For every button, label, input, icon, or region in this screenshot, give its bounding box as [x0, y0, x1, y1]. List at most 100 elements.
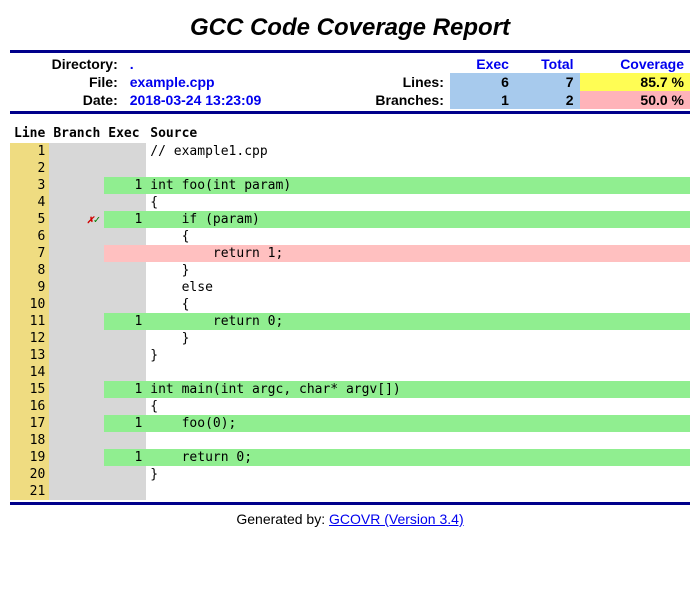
label-lines: Lines:: [333, 73, 450, 91]
exec-cell: [104, 483, 146, 500]
source-cell: if (param): [146, 211, 690, 228]
divider-mid: [10, 111, 690, 114]
label-branches: Branches:: [333, 91, 450, 109]
exec-cell: [104, 296, 146, 313]
exec-cell: 1: [104, 415, 146, 432]
line-number: 10: [10, 296, 49, 313]
exec-cell: [104, 432, 146, 449]
code-row: 14: [10, 364, 690, 381]
line-number: 2: [10, 160, 49, 177]
branch-cell: [49, 296, 104, 313]
exec-cell: 1: [104, 177, 146, 194]
code-row: 18: [10, 432, 690, 449]
source-cell: return 0;: [146, 449, 690, 466]
line-number: 4: [10, 194, 49, 211]
branch-cell: [49, 228, 104, 245]
line-number: 9: [10, 279, 49, 296]
footer-link[interactable]: GCOVR (Version 3.4): [329, 511, 464, 527]
exec-cell: [104, 347, 146, 364]
source-cell: return 1;: [146, 245, 690, 262]
code-row: 3 1int foo(int param): [10, 177, 690, 194]
branch-cell: [49, 177, 104, 194]
line-number: 1: [10, 143, 49, 160]
label-date: Date:: [10, 91, 124, 109]
line-number: 15: [10, 381, 49, 398]
source-cell: int main(int argc, char* argv[]): [146, 381, 690, 398]
header-total: Total: [515, 55, 580, 73]
source-cell: foo(0);: [146, 415, 690, 432]
source-cell: {: [146, 228, 690, 245]
exec-cell: [104, 466, 146, 483]
code-row: 13}: [10, 347, 690, 364]
branch-cell: [49, 262, 104, 279]
source-cell: }: [146, 262, 690, 279]
source-cell: {: [146, 398, 690, 415]
exec-cell: [104, 194, 146, 211]
value-directory[interactable]: .: [124, 55, 333, 73]
value-file[interactable]: example.cpp: [124, 73, 333, 91]
code-row: 151int main(int argc, char* argv[]): [10, 381, 690, 398]
line-number: 7: [10, 245, 49, 262]
source-cell: {: [146, 296, 690, 313]
code-row: 8 }: [10, 262, 690, 279]
source-cell: [146, 483, 690, 500]
code-row: 191 return 0;: [10, 449, 690, 466]
line-number: 18: [10, 432, 49, 449]
source-cell: [146, 432, 690, 449]
source-cell: int foo(int param): [146, 177, 690, 194]
col-branch: Branch: [49, 124, 104, 143]
code-row: 111 return 0;: [10, 313, 690, 330]
exec-cell: [104, 330, 146, 347]
branch-cell: [49, 483, 104, 500]
exec-cell: [104, 245, 146, 262]
branch-cell: [49, 347, 104, 364]
branches-cov: 50.0 %: [580, 91, 690, 109]
branch-cell: [49, 449, 104, 466]
lines-total: 7: [515, 73, 580, 91]
line-number: 8: [10, 262, 49, 279]
code-row: 20}: [10, 466, 690, 483]
code-row: 5✗✓1 if (param): [10, 211, 690, 228]
header-coverage: Coverage: [580, 55, 690, 73]
source-cell: return 0;: [146, 313, 690, 330]
source-cell: [146, 364, 690, 381]
line-number: 20: [10, 466, 49, 483]
code-row: 7 return 1;: [10, 245, 690, 262]
header-exec: Exec: [450, 55, 515, 73]
line-number: 3: [10, 177, 49, 194]
exec-cell: [104, 160, 146, 177]
code-row: 10 {: [10, 296, 690, 313]
col-line: Line: [10, 124, 49, 143]
branch-cell: [49, 330, 104, 347]
source-cell: else: [146, 279, 690, 296]
exec-cell: [104, 398, 146, 415]
source-cell: }: [146, 330, 690, 347]
line-number: 14: [10, 364, 49, 381]
branch-cell: ✗✓: [49, 211, 104, 228]
branch-cell: [49, 466, 104, 483]
code-row: 21: [10, 483, 690, 500]
lines-exec: 6: [450, 73, 515, 91]
code-table: Line Branch Exec Source 1// example1.cpp…: [10, 124, 690, 500]
page-title: GCC Code Coverage Report: [10, 14, 690, 42]
col-source: Source: [146, 124, 690, 143]
branch-hit-icon: ✓: [94, 213, 101, 226]
branch-cell: [49, 279, 104, 296]
line-number: 13: [10, 347, 49, 364]
code-row: 2: [10, 160, 690, 177]
source-cell: }: [146, 347, 690, 364]
branch-cell: [49, 364, 104, 381]
code-row: 171 foo(0);: [10, 415, 690, 432]
source-cell: [146, 160, 690, 177]
branch-cell: [49, 160, 104, 177]
lines-cov: 85.7 %: [580, 73, 690, 91]
label-file: File:: [10, 73, 124, 91]
branch-cell: [49, 415, 104, 432]
branch-cell: [49, 381, 104, 398]
line-number: 5: [10, 211, 49, 228]
exec-cell: [104, 228, 146, 245]
branch-cell: [49, 313, 104, 330]
branch-cell: [49, 398, 104, 415]
label-directory: Directory:: [10, 55, 124, 73]
line-number: 6: [10, 228, 49, 245]
